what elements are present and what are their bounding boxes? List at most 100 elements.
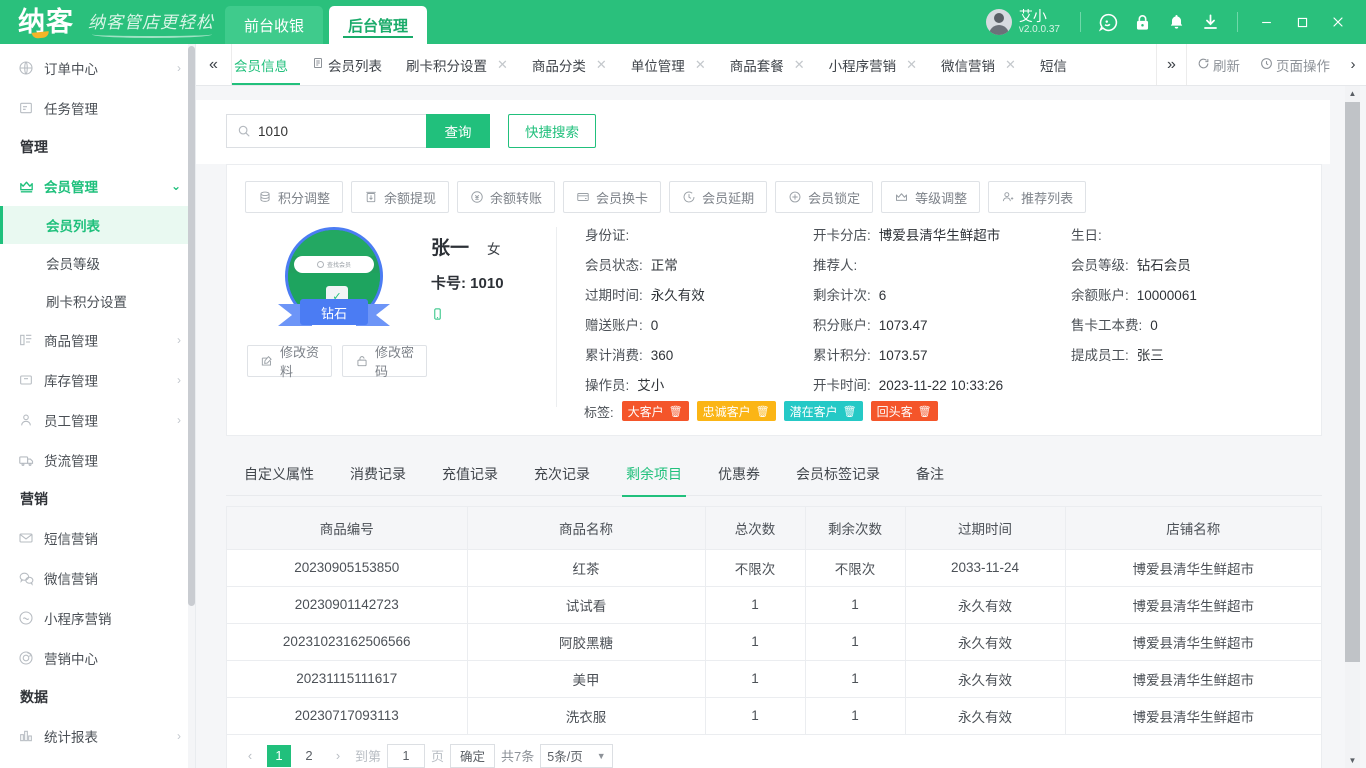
page-number-1[interactable]: 1 [267,745,291,767]
page-size-select[interactable]: 5条/页 ▼ [540,744,612,768]
delete-icon[interactable]: 🗑 [843,405,857,418]
tab-member-tag-records[interactable]: 会员标签记录 [778,452,898,496]
scroll-down-button[interactable]: ▼ [1345,753,1360,768]
table-row[interactable]: 20231023162506566 阿胶黑糖 1 1 永久有效 博爱县清华生鲜超… [227,623,1321,660]
mode-tab-backoffice[interactable]: 后台管理 [329,6,427,44]
table-row[interactable]: 20230905153850 红茶 不限次 不限次 2033-11-24 博爱县… [227,549,1321,586]
goto-page-input[interactable]: 1 [387,744,425,768]
tab-member-info[interactable]: 会员信息 [232,44,300,85]
sidebar-item-inventory[interactable]: 库存管理 › [0,360,195,400]
more-tabs-button[interactable]: » [1156,44,1186,85]
close-button[interactable] [1320,5,1356,39]
sidebar-item-card-points-settings[interactable]: 刷卡积分设置 [0,282,195,320]
member-avatar[interactable]: 查找会员 ✓ 钻石 [280,227,388,331]
tab-goods-category[interactable]: 商品分类 ✕ [520,44,619,85]
prev-page-button[interactable]: ‹ [239,745,261,767]
points-adjust-button[interactable]: 积分调整 [245,181,343,213]
tab-miniapp-marketing[interactable]: 小程序营销 ✕ [817,44,929,85]
member-tag[interactable]: 忠诚客户 🗑 [697,401,776,421]
sidebar-item-logistics[interactable]: 货流管理 [0,440,195,480]
sidebar-item-orders[interactable]: 订单中心 › [0,48,195,88]
quick-search-button[interactable]: 快捷搜索 [508,114,596,148]
sidebar-item-tasks[interactable]: 任务管理 [0,88,195,128]
tab-times-recharge-records[interactable]: 充次记录 [516,452,608,496]
tab-member-list[interactable]: 会员列表 [300,44,394,85]
logo-text: 纳客 [18,9,74,36]
user-block[interactable]: 艾小 v2.0.0.37 [986,9,1060,35]
balance-transfer-button[interactable]: 余额转账 [457,181,555,213]
member-lock-button[interactable]: 会员锁定 [775,181,873,213]
sidebar-item-miniapp-marketing[interactable]: 小程序营销 [0,598,195,638]
sidebar-item-members[interactable]: 会员管理 ⌄ [0,166,195,206]
delete-icon[interactable]: 🗑 [669,405,683,418]
close-icon[interactable]: ✕ [695,57,706,73]
collapse-sidebar-button[interactable]: « [196,44,232,85]
field-value: 0 [651,317,659,334]
chevron-down-icon: ⌄ [171,179,181,193]
scroll-up-button[interactable]: ▲ [1345,86,1360,101]
page-action-button[interactable]: 页面操作 [1250,44,1340,85]
next-page-button[interactable]: › [327,745,349,767]
balance-withdraw-button[interactable]: 余额提现 [351,181,449,213]
edit-profile-button[interactable]: 修改资料 [247,345,332,377]
chat-icon[interactable] [1091,5,1125,39]
download-icon[interactable] [1193,5,1227,39]
tab-card-points-settings[interactable]: 刷卡积分设置 ✕ [394,44,520,85]
table-row[interactable]: 20230717093113 洗衣服 1 1 永久有效 博爱县清华生鲜超市 [227,697,1321,734]
tab-remarks[interactable]: 备注 [898,452,962,496]
member-tag[interactable]: 大客户 🗑 [622,401,689,421]
maximize-button[interactable] [1284,5,1320,39]
sidebar-item-staff[interactable]: 员工管理 › [0,400,195,440]
tab-next-arrow[interactable]: › [1340,44,1366,85]
sidebar-item-wechat-marketing[interactable]: 微信营销 [0,558,195,598]
table-row[interactable]: 20230901142723 试试看 1 1 永久有效 博爱县清华生鲜超市 [227,586,1321,623]
sidebar-item-member-levels[interactable]: 会员等级 [0,244,195,282]
content-scrollbar-thumb[interactable] [1345,102,1360,662]
bell-icon[interactable] [1159,5,1193,39]
delete-icon[interactable]: 🗑 [918,405,932,418]
delete-icon[interactable]: 🗑 [756,405,770,418]
tab-coupons[interactable]: 优惠券 [700,452,778,496]
sidebar-item-marketing-center[interactable]: 营销中心 [0,638,195,678]
confirm-page-button[interactable]: 确定 [450,744,495,768]
table-row[interactable]: 20231115111617 美甲 1 1 永久有效 博爱县清华生鲜超市 [227,660,1321,697]
close-icon[interactable]: ✕ [596,57,607,73]
tab-consumption-records[interactable]: 消费记录 [332,452,424,496]
tab-wechat-marketing[interactable]: 微信营销 ✕ [929,44,1028,85]
tab-recharge-records[interactable]: 充值记录 [424,452,516,496]
sidebar-item-sms-marketing[interactable]: 短信营销 [0,518,195,558]
tab-remaining-items[interactable]: 剩余项目 [608,452,700,496]
member-tag[interactable]: 回头客 🗑 [871,401,938,421]
sidebar-item-goods[interactable]: 商品管理 › [0,320,195,360]
close-icon[interactable]: ✕ [794,57,805,73]
page-number-2[interactable]: 2 [297,745,321,767]
refresh-button[interactable]: 刷新 [1187,44,1250,85]
member-extend-button[interactable]: 会员延期 [669,181,767,213]
mode-tab-frontdesk[interactable]: 前台收银 [225,6,323,44]
tab-unit-manage[interactable]: 单位管理 ✕ [619,44,718,85]
lock-icon[interactable] [1125,5,1159,39]
minimize-button[interactable] [1248,5,1284,39]
close-icon[interactable]: ✕ [906,57,917,73]
tab-label: 会员信息 [234,55,288,75]
tab-sms[interactable]: 短信 [1028,44,1079,85]
sidebar-item-member-list[interactable]: 会员列表 [0,206,195,244]
tab-goods-package[interactable]: 商品套餐 ✕ [718,44,817,85]
tab-custom-attributes[interactable]: 自定义属性 [226,452,332,496]
withdraw-icon [364,190,378,204]
edit-password-button[interactable]: 修改密码 [342,345,427,377]
close-icon[interactable]: ✕ [497,57,508,73]
search-input[interactable] [258,124,416,139]
sidebar-scrollbar-thumb[interactable] [188,46,195,606]
search-input-wrap[interactable] [226,114,426,148]
close-icon[interactable]: ✕ [1005,57,1016,73]
query-button[interactable]: 查询 [426,114,490,148]
app-version: v2.0.0.37 [1019,24,1060,35]
member-tag[interactable]: 潜在客户 🗑 [784,401,863,421]
member-change-card-button[interactable]: 会员换卡 [563,181,661,213]
person-icon [16,412,36,428]
referral-list-button[interactable]: 推荐列表 [988,181,1086,213]
phone-icon[interactable] [431,305,542,327]
level-adjust-button[interactable]: 等级调整 [881,181,980,213]
sidebar-item-reports[interactable]: 统计报表 › [0,716,195,756]
